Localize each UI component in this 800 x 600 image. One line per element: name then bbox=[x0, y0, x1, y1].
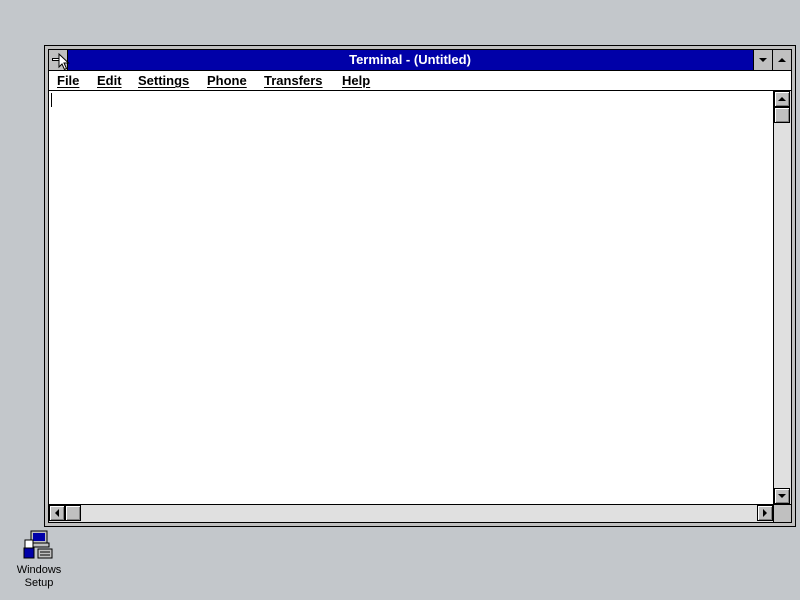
menu-transfers[interactable]: Transfers bbox=[264, 71, 323, 90]
scroll-left-button[interactable] bbox=[49, 505, 65, 521]
minimize-button[interactable] bbox=[753, 50, 772, 70]
icon-label-line-2: Setup bbox=[24, 577, 54, 589]
arrow-up-icon bbox=[778, 97, 786, 101]
mouse-cursor-icon bbox=[58, 53, 70, 71]
scroll-right-button[interactable] bbox=[757, 505, 773, 521]
menu-edit[interactable]: Edit bbox=[97, 71, 122, 90]
maximize-button[interactable] bbox=[772, 50, 791, 70]
icon-label-line-1: Windows bbox=[16, 564, 62, 576]
desktop-icon-windows-setup[interactable]: Windows Setup bbox=[8, 528, 70, 590]
menu-settings[interactable]: Settings bbox=[138, 71, 189, 90]
scroll-down-button[interactable] bbox=[774, 488, 790, 504]
scrollbar-corner bbox=[773, 504, 791, 522]
title-bar[interactable]: Terminal - (Untitled) bbox=[49, 50, 791, 71]
arrow-right-icon bbox=[763, 509, 767, 517]
arrow-down-icon bbox=[778, 494, 786, 498]
scroll-up-button[interactable] bbox=[774, 91, 790, 107]
arrow-left-icon bbox=[55, 509, 59, 517]
menu-bar: File Edit Settings Phone Transfers Help bbox=[49, 71, 791, 91]
terminal-window[interactable]: Terminal - (Untitled) File Edit Settings… bbox=[44, 45, 796, 527]
vertical-scrollbar[interactable] bbox=[773, 91, 791, 504]
windows-setup-icon bbox=[22, 528, 56, 562]
maximize-icon bbox=[778, 58, 786, 62]
menu-help[interactable]: Help bbox=[342, 71, 370, 90]
menu-file[interactable]: File bbox=[57, 71, 79, 90]
minimize-icon bbox=[759, 58, 767, 62]
terminal-text-area[interactable] bbox=[49, 91, 773, 504]
desktop-icon-label: Windows Setup bbox=[8, 564, 70, 590]
text-caret bbox=[51, 93, 52, 107]
window-title: Terminal - (Untitled) bbox=[349, 52, 471, 67]
horizontal-scroll-thumb[interactable] bbox=[65, 505, 81, 521]
window-frame: Terminal - (Untitled) File Edit Settings… bbox=[48, 49, 792, 523]
menu-phone[interactable]: Phone bbox=[207, 71, 247, 90]
vertical-scroll-thumb[interactable] bbox=[774, 107, 790, 123]
horizontal-scrollbar[interactable] bbox=[49, 504, 773, 522]
